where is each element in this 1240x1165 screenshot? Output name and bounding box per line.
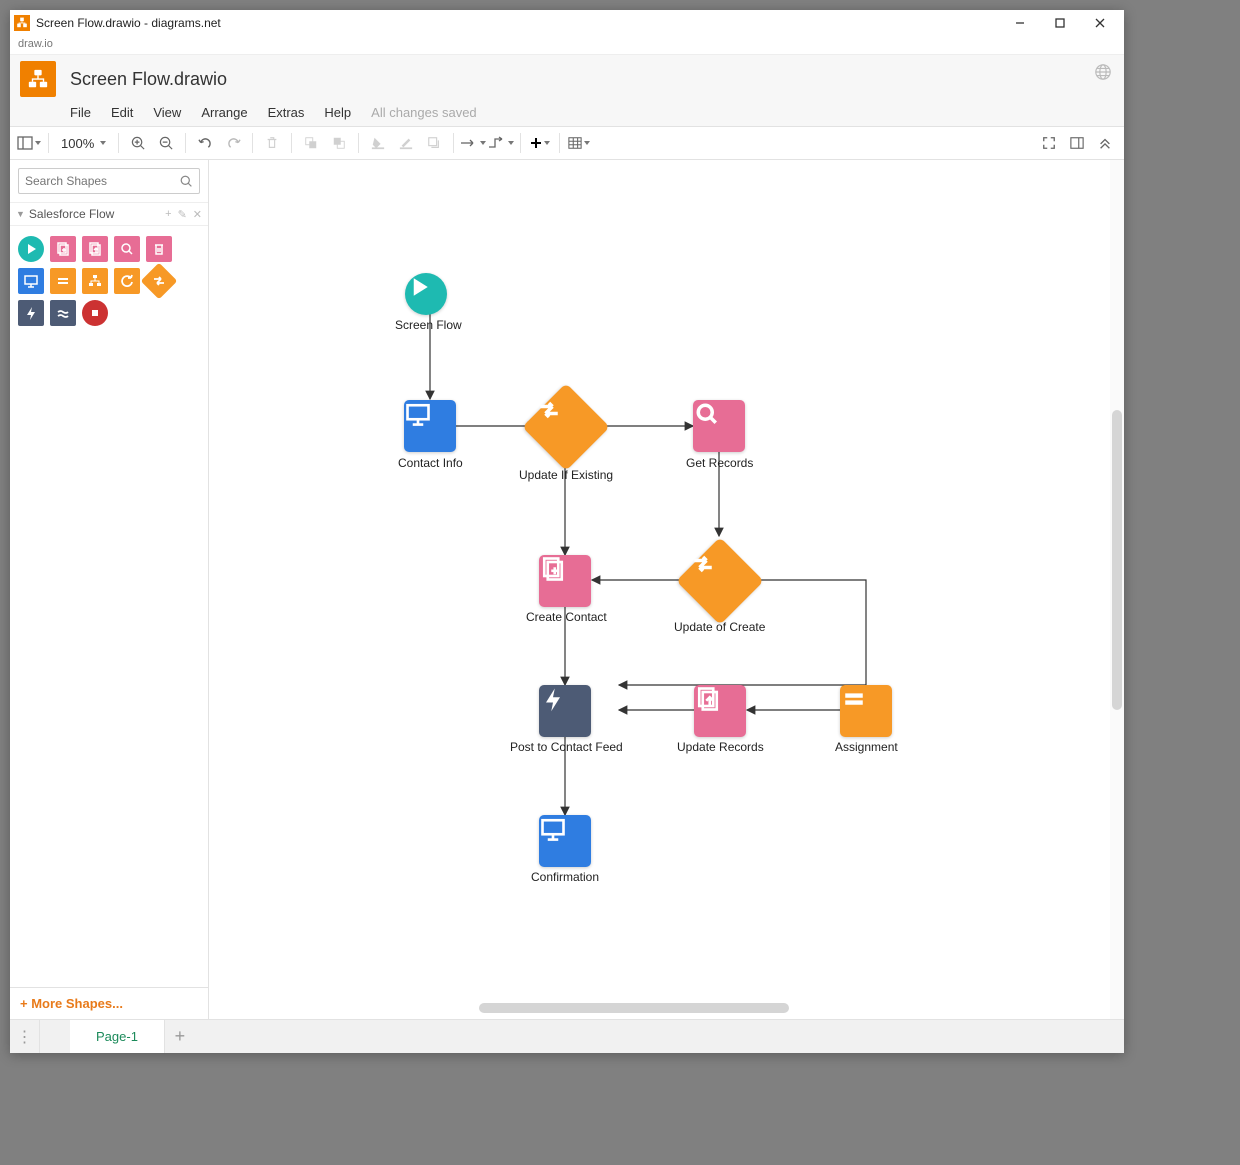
vertical-scrollbar[interactable] [1112, 410, 1122, 710]
sidebar: ▼ Salesforce Flow + ✎ ✕ [10, 160, 209, 1019]
horizontal-scrollbar[interactable] [479, 1003, 789, 1013]
palette-edit-icon[interactable]: ✎ [178, 208, 187, 221]
window-controls [1000, 10, 1120, 36]
node-confirmation[interactable] [539, 815, 591, 867]
label-get-records: Get Records [686, 456, 753, 470]
node-create-contact[interactable] [539, 555, 591, 607]
line-color-button[interactable] [393, 130, 419, 156]
canvas-wrap: Screen Flow Contact Info Update If Exist… [209, 160, 1124, 1019]
delete-button[interactable] [259, 130, 285, 156]
format-panel-button[interactable] [1064, 130, 1090, 156]
node-assignment[interactable] [840, 685, 892, 737]
label-post-feed: Post to Contact Feed [510, 740, 623, 754]
node-contact-info[interactable] [404, 400, 456, 452]
undo-button[interactable] [192, 130, 218, 156]
node-update-records[interactable] [694, 685, 746, 737]
menubar: File Edit View Arrange Extras Help All c… [20, 97, 1114, 126]
body: ▼ Salesforce Flow + ✎ ✕ [10, 160, 1124, 1019]
page-tabs: ⋮ Page-1 + [10, 1019, 1124, 1053]
shape-get-records[interactable] [114, 236, 140, 262]
zoom-in-button[interactable] [125, 130, 151, 156]
menu-help[interactable]: Help [324, 105, 351, 120]
palette-header[interactable]: ▼ Salesforce Flow + ✎ ✕ [10, 202, 208, 226]
table-button[interactable] [566, 130, 592, 156]
shape-decision[interactable] [141, 263, 178, 300]
search-shapes[interactable] [18, 168, 200, 194]
save-status: All changes saved [371, 105, 477, 120]
chevron-down-icon: ▼ [16, 209, 25, 219]
zoom-out-button[interactable] [153, 130, 179, 156]
label-assignment: Assignment [835, 740, 898, 754]
shadow-button[interactable] [421, 130, 447, 156]
shape-screen[interactable] [18, 268, 44, 294]
canvas[interactable]: Screen Flow Contact Info Update If Exist… [209, 160, 1110, 1019]
shape-subflow[interactable] [82, 268, 108, 294]
sidebar-toggle-button[interactable] [16, 130, 42, 156]
close-button[interactable] [1080, 10, 1120, 36]
shape-assignment[interactable] [50, 268, 76, 294]
shape-delete-records[interactable] [146, 236, 172, 262]
shape-update-records[interactable] [82, 236, 108, 262]
node-get-records[interactable] [693, 400, 745, 452]
shape-action[interactable] [18, 300, 44, 326]
add-page-button[interactable]: + [165, 1020, 195, 1053]
tab-page-1[interactable]: Page-1 [70, 1020, 165, 1053]
toolbar: 100% [10, 127, 1124, 160]
to-back-button[interactable] [326, 130, 352, 156]
shape-loop[interactable] [114, 268, 140, 294]
menu-arrange[interactable]: Arrange [201, 105, 247, 120]
menu-edit[interactable]: Edit [111, 105, 133, 120]
shape-apex[interactable] [50, 300, 76, 326]
app-icon [14, 15, 30, 31]
minimize-button[interactable] [1000, 10, 1040, 36]
app-header: Screen Flow.drawio File Edit View Arrang… [10, 54, 1124, 127]
node-update-if-existing[interactable] [522, 383, 610, 471]
label-confirmation: Confirmation [531, 870, 599, 884]
zoom-select[interactable]: 100% [55, 136, 112, 151]
fill-color-button[interactable] [365, 130, 391, 156]
app-window: Screen Flow.drawio - diagrams.net draw.i… [10, 10, 1124, 1053]
maximize-button[interactable] [1040, 10, 1080, 36]
palette-body [10, 226, 208, 336]
insert-button[interactable] [527, 130, 553, 156]
menu-file[interactable]: File [70, 105, 91, 120]
language-icon[interactable] [1094, 63, 1112, 86]
palette-add-icon[interactable]: + [165, 208, 171, 221]
palette-close-icon[interactable]: ✕ [193, 208, 202, 221]
logo-icon[interactable] [20, 61, 56, 97]
label-update-if-existing: Update If Existing [519, 468, 613, 482]
fullscreen-button[interactable] [1036, 130, 1062, 156]
shape-start[interactable] [18, 236, 44, 262]
label-create-contact: Create Contact [526, 610, 607, 624]
edges [209, 160, 1109, 1019]
titlebar: Screen Flow.drawio - diagrams.net [10, 10, 1124, 36]
shape-end[interactable] [82, 300, 108, 326]
node-post-feed[interactable] [539, 685, 591, 737]
window-title: Screen Flow.drawio - diagrams.net [36, 16, 221, 30]
redo-button[interactable] [220, 130, 246, 156]
palette-title: Salesforce Flow [29, 207, 114, 221]
label-contact-info: Contact Info [398, 456, 463, 470]
label-update-records: Update Records [677, 740, 764, 754]
node-start[interactable] [405, 273, 447, 315]
tab-options-button[interactable]: ⋮ [10, 1020, 40, 1053]
more-shapes-button[interactable]: + More Shapes... [10, 987, 208, 1019]
menu-extras[interactable]: Extras [268, 105, 305, 120]
waypoint-button[interactable] [488, 130, 514, 156]
shape-create-records[interactable] [50, 236, 76, 262]
label-update-of-create: Update of Create [674, 620, 765, 634]
search-input[interactable] [25, 174, 180, 188]
label-start: Screen Flow [395, 318, 462, 332]
to-front-button[interactable] [298, 130, 324, 156]
node-update-of-create[interactable] [676, 537, 764, 625]
subtitle: draw.io [10, 36, 1124, 54]
menu-view[interactable]: View [153, 105, 181, 120]
collapse-button[interactable] [1092, 130, 1118, 156]
document-title[interactable]: Screen Flow.drawio [70, 69, 227, 90]
connection-button[interactable] [460, 130, 486, 156]
search-icon [180, 175, 193, 188]
